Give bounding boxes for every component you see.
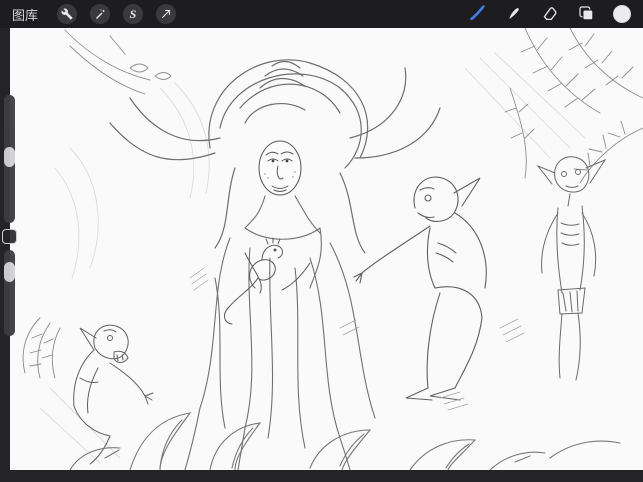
layers-button[interactable]: [577, 4, 595, 25]
brush-opacity-slider[interactable]: [4, 250, 15, 336]
ferns: [505, 28, 643, 183]
toolbar-right-group: [468, 3, 631, 25]
brush-stroke-icon: [468, 3, 487, 25]
wrench-icon: [61, 8, 73, 20]
background-hatching: [40, 53, 585, 463]
brush-size-slider[interactable]: [4, 95, 15, 223]
eraser-tool-button[interactable]: [541, 4, 559, 25]
brush-sidebar: [1, 95, 17, 336]
selection-s-icon: S: [130, 8, 137, 20]
actions-button[interactable]: [57, 4, 77, 24]
bottom-leaves: [70, 413, 620, 470]
twigs: [65, 30, 171, 94]
face: [259, 141, 301, 195]
gallery-button[interactable]: 图库: [12, 5, 38, 24]
brush-size-handle[interactable]: [4, 147, 15, 167]
eraser-icon: [541, 4, 559, 25]
color-swatch-button[interactable]: [613, 5, 631, 23]
transform-button[interactable]: [156, 4, 176, 24]
procreate-app: 图库 S: [0, 0, 643, 482]
magic-wand-icon: [94, 8, 106, 20]
selection-button[interactable]: S: [123, 4, 143, 24]
canvas-artwork[interactable]: [10, 28, 643, 470]
smudge-finger-icon: [505, 4, 523, 25]
top-toolbar: 图库 S: [0, 0, 643, 28]
modify-button[interactable]: [2, 229, 17, 244]
wing-feathers: [23, 318, 60, 378]
adjustments-button[interactable]: [90, 4, 110, 24]
brush-opacity-handle[interactable]: [4, 262, 15, 282]
smudge-tool-button[interactable]: [505, 4, 523, 25]
paint-brush-button[interactable]: [468, 3, 487, 25]
right-goblin: [354, 177, 486, 400]
canvas[interactable]: [10, 28, 643, 470]
left-goblin: [74, 325, 153, 464]
arrow-cursor-icon: [160, 8, 172, 20]
layers-icon: [577, 4, 595, 25]
far-right-goblin: [538, 157, 605, 380]
toolbar-left-group: 图库 S: [12, 4, 176, 24]
shading-hatches: [190, 268, 524, 410]
